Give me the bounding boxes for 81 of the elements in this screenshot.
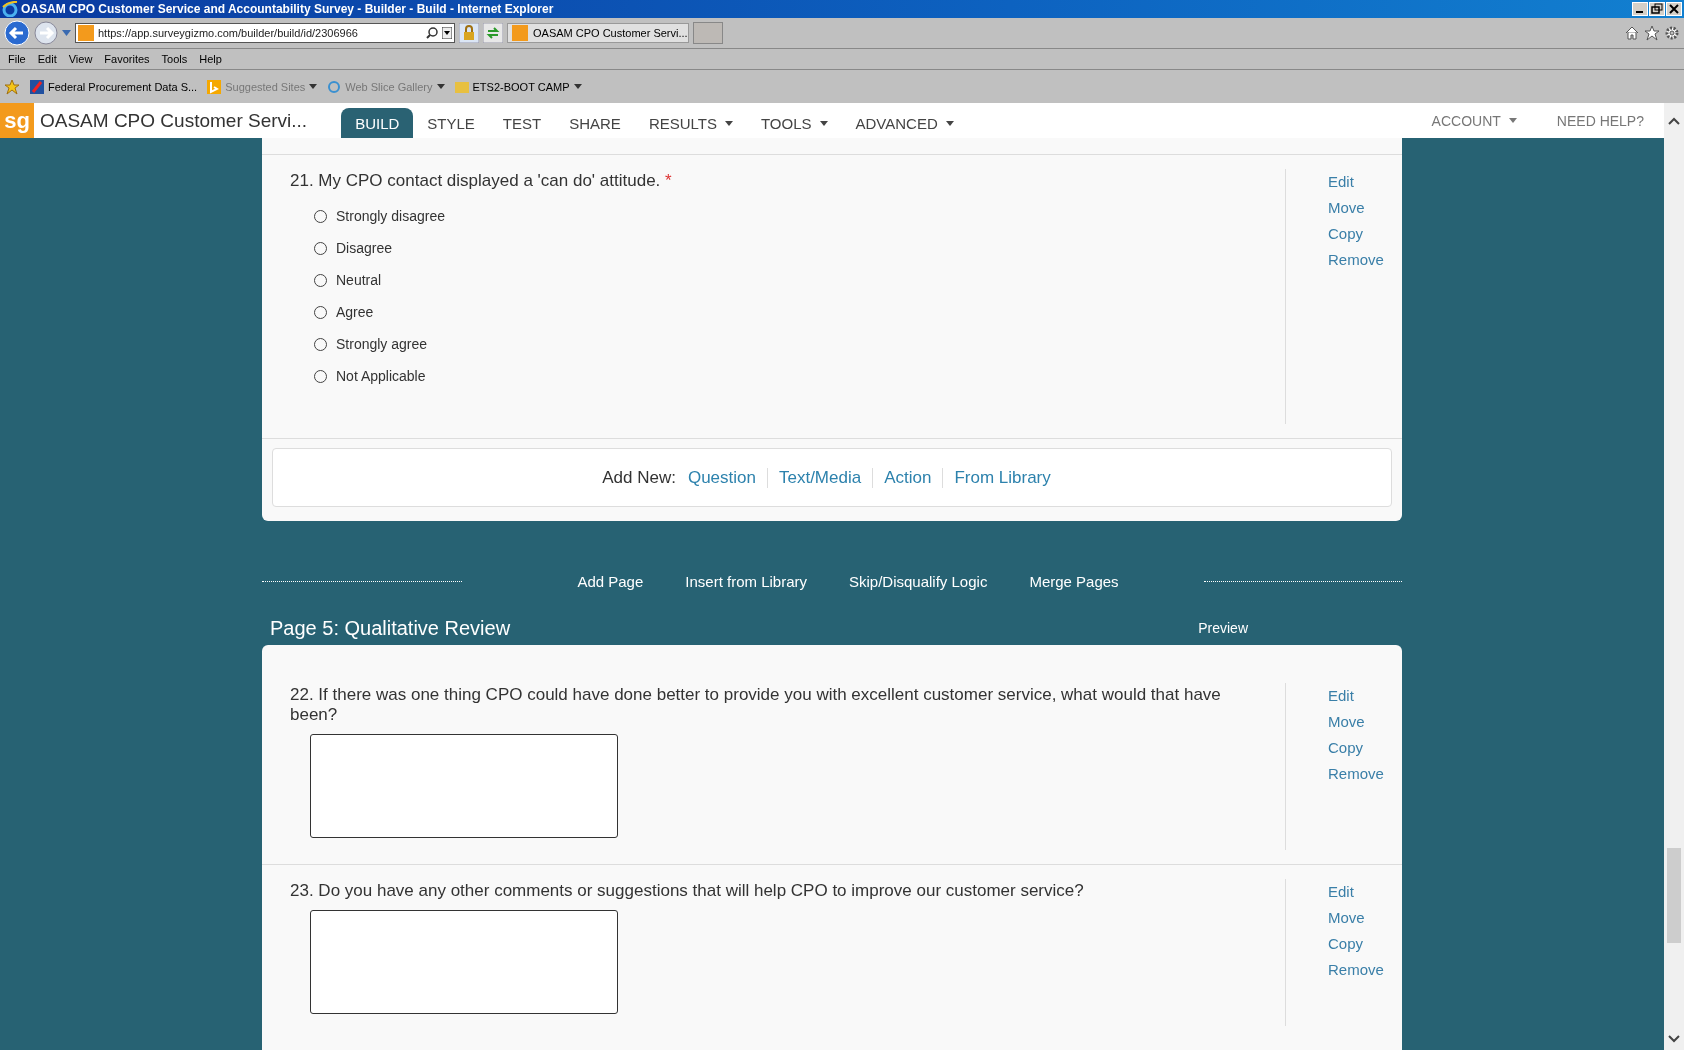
lock-icon[interactable] <box>459 23 479 43</box>
question-tool-link[interactable]: Move <box>1328 199 1402 216</box>
question-text: 22. If there was one thing CPO could have done better to provide you with excellent customer service, what would that have been? <box>290 685 1222 725</box>
page-action-link[interactable]: Add Page <box>577 572 644 590</box>
site-icon <box>512 25 528 41</box>
home-icon[interactable] <box>1624 25 1640 41</box>
menu-item[interactable]: File <box>2 53 32 65</box>
question-tool-link[interactable]: Remove <box>1328 251 1402 268</box>
menu-item[interactable]: Favorites <box>98 53 156 65</box>
answer-box[interactable] <box>310 910 618 1014</box>
browser-logo-icon <box>2 1 18 17</box>
address-field[interactable]: https://app.surveygizmo.com/builder/build/id/2306966 <box>75 23 455 43</box>
question-tool-link[interactable]: Remove <box>1328 961 1402 978</box>
option-label: Neutral <box>336 272 382 288</box>
question-text: 21. My CPO contact displayed a 'can do' attitude. * <box>290 171 673 191</box>
nav-link[interactable]: ACCOUNT <box>1411 103 1537 138</box>
search-icon[interactable] <box>426 27 438 39</box>
nav-tab[interactable]: ADVANCED <box>841 108 968 138</box>
question-tool-link[interactable]: Remove <box>1328 765 1402 782</box>
nav-tab[interactable]: BUILD <box>341 108 414 138</box>
page-action-link[interactable]: Insert from Library <box>685 572 807 590</box>
settings-icon[interactable] <box>1664 25 1680 41</box>
restore-icon[interactable] <box>1649 2 1665 16</box>
nav-tab[interactable]: TOOLS <box>746 108 842 138</box>
option-label: Strongly agree <box>336 336 428 352</box>
star-icon[interactable] <box>1644 25 1660 41</box>
close-icon[interactable] <box>1666 2 1682 16</box>
menu-item[interactable]: View <box>62 53 99 65</box>
option-label: Not Applicable <box>336 368 426 384</box>
question-text: 23. Do you have any other comments or suggestions that will help CPO to improve our customer service? <box>290 881 1085 901</box>
menu-item[interactable]: Tools <box>155 53 194 65</box>
scroll-up-icon[interactable] <box>1668 116 1680 125</box>
site-icon <box>207 79 222 94</box>
menu-item[interactable]: Edit <box>31 53 63 65</box>
question-tool-link[interactable]: Edit <box>1328 883 1402 900</box>
add-new-link[interactable]: Text/Media <box>766 467 873 488</box>
page-action-link[interactable]: Skip/Disqualify Logic <box>849 572 988 590</box>
question-tool-link[interactable]: Edit <box>1328 173 1402 190</box>
browser-tab[interactable]: OASAM CPO Customer Servi... <box>507 23 689 43</box>
minimize-icon[interactable] <box>1632 2 1648 16</box>
nav-tab[interactable]: SHARE <box>555 108 635 138</box>
scroll-thumb[interactable] <box>1667 848 1681 943</box>
nav-tab[interactable]: TEST <box>488 108 556 138</box>
scrollbar[interactable] <box>1664 138 1684 1050</box>
forward-icon[interactable] <box>34 21 58 45</box>
required-mark: * <box>665 171 672 190</box>
question-tool-link[interactable]: Edit <box>1328 687 1402 704</box>
preview-link[interactable]: Preview <box>1198 620 1248 636</box>
page-action-link[interactable]: Merge Pages <box>1029 572 1119 590</box>
add-new-link[interactable]: Action <box>872 467 943 488</box>
page-title: Page 5: Qualitative Review <box>269 616 512 640</box>
option-label: Strongly disagree <box>336 208 445 224</box>
nav-tab[interactable]: STYLE <box>413 108 489 138</box>
favorites-link[interactable]: Federal Procurement Data S... <box>48 80 198 93</box>
scroll-down-icon[interactable] <box>1668 1035 1680 1043</box>
question-tool-link[interactable]: Copy <box>1328 225 1402 242</box>
site-icon <box>327 79 342 94</box>
option-label: Agree <box>336 304 374 320</box>
nav-link[interactable]: NEED HELP? <box>1536 103 1664 138</box>
question-tool-link[interactable]: Move <box>1328 713 1402 730</box>
window-title: OASAM CPO Customer Service and Accountability Survey - Builder - Build - Internet Explorer <box>21 2 555 16</box>
question-tool-link[interactable]: Copy <box>1328 935 1402 952</box>
menu-item[interactable]: Help <box>193 53 228 65</box>
option-label: Disagree <box>336 240 393 256</box>
answer-box[interactable] <box>310 734 618 838</box>
site-icon <box>78 25 94 41</box>
site-icon <box>30 79 44 94</box>
caret-icon[interactable] <box>442 27 452 39</box>
back-icon[interactable] <box>4 20 30 46</box>
question-tool-link[interactable]: Move <box>1328 909 1402 926</box>
nav-tab[interactable]: RESULTS <box>634 108 747 138</box>
question-tool-link[interactable]: Copy <box>1328 739 1402 756</box>
survey-title: OASAM CPO Customer Servi... <box>39 108 309 133</box>
refresh-icon[interactable] <box>483 23 503 43</box>
app-logo: sg <box>0 103 34 138</box>
add-new-label: Add New: <box>602 467 676 488</box>
favorites-link[interactable]: ETS2-BOOT CAMP <box>472 80 570 93</box>
add-new-link[interactable]: From Library <box>942 467 1062 488</box>
site-icon <box>454 79 469 94</box>
favorites-star-icon[interactable] <box>4 78 20 95</box>
add-new-link[interactable]: Question <box>687 467 767 488</box>
